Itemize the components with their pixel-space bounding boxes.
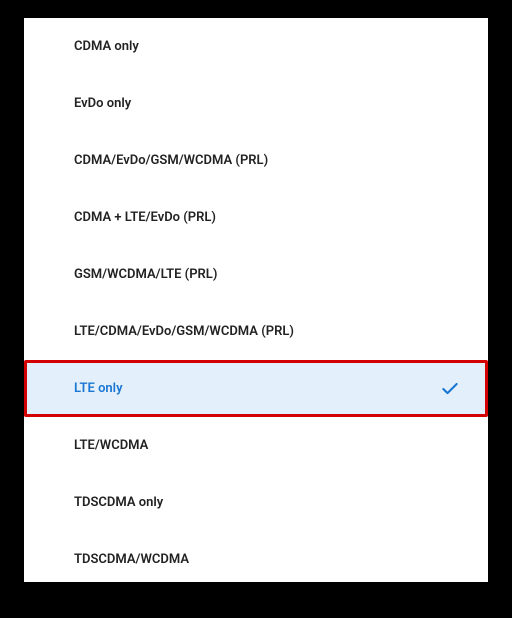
network-mode-item[interactable]: TDSCDMA/WCDMA bbox=[24, 531, 488, 582]
network-mode-item[interactable]: LTE/WCDMA bbox=[24, 417, 488, 474]
check-icon bbox=[440, 379, 460, 399]
network-mode-label: TDSCDMA only bbox=[74, 495, 460, 510]
network-mode-label: LTE/WCDMA bbox=[74, 438, 460, 453]
network-mode-label: LTE/CDMA/EvDo/GSM/WCDMA (PRL) bbox=[74, 324, 460, 339]
network-mode-label: CDMA/EvDo/GSM/WCDMA (PRL) bbox=[74, 153, 460, 168]
network-mode-item[interactable]: GSM/WCDMA/LTE (PRL) bbox=[24, 246, 488, 303]
network-mode-list: CDMA only EvDo only CDMA/EvDo/GSM/WCDMA … bbox=[24, 18, 488, 582]
network-mode-label: GSM/WCDMA/LTE (PRL) bbox=[74, 267, 460, 282]
network-mode-label: CDMA + LTE/EvDo (PRL) bbox=[74, 210, 460, 225]
network-mode-item[interactable]: CDMA only bbox=[24, 18, 488, 75]
network-mode-item[interactable]: CDMA + LTE/EvDo (PRL) bbox=[24, 189, 488, 246]
network-mode-item[interactable]: TDSCDMA only bbox=[24, 474, 488, 531]
network-mode-label: EvDo only bbox=[74, 96, 460, 111]
network-mode-panel: CDMA only EvDo only CDMA/EvDo/GSM/WCDMA … bbox=[24, 18, 488, 582]
network-mode-label: CDMA only bbox=[74, 39, 460, 54]
network-mode-item[interactable]: EvDo only bbox=[24, 75, 488, 132]
network-mode-item[interactable]: LTE/CDMA/EvDo/GSM/WCDMA (PRL) bbox=[24, 303, 488, 360]
network-mode-label: TDSCDMA/WCDMA bbox=[74, 552, 460, 567]
network-mode-label: LTE only bbox=[74, 381, 440, 396]
network-mode-item[interactable]: CDMA/EvDo/GSM/WCDMA (PRL) bbox=[24, 132, 488, 189]
network-mode-item-selected[interactable]: LTE only bbox=[24, 360, 488, 417]
